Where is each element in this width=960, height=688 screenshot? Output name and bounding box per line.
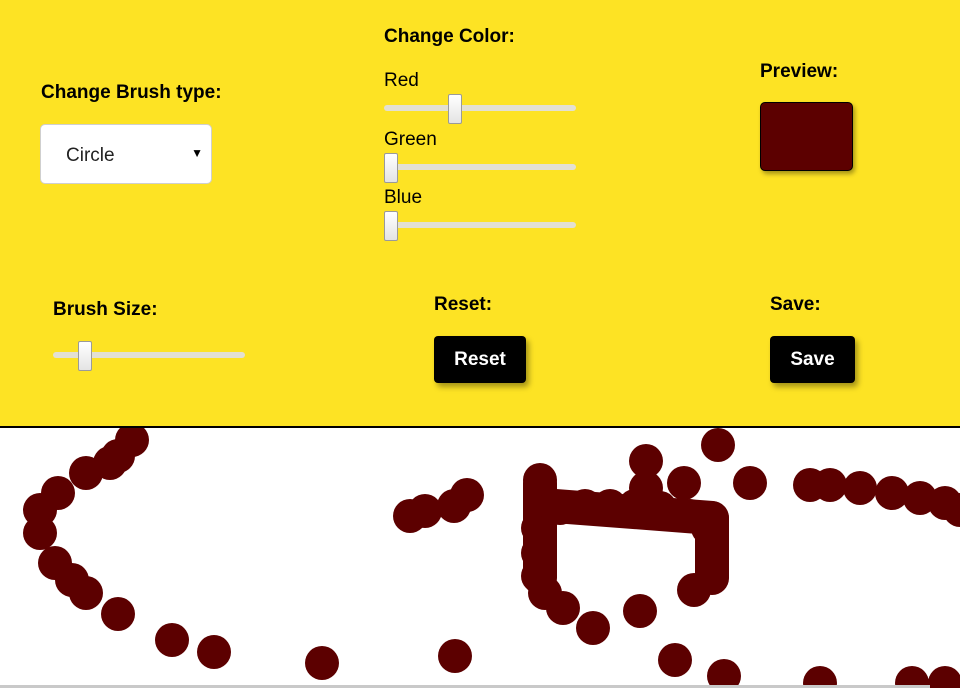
red-slider[interactable] xyxy=(384,94,576,124)
brush-strokes xyxy=(23,428,960,688)
green-slider[interactable] xyxy=(384,153,576,183)
brush-dot xyxy=(928,666,960,688)
brush-type-heading: Change Brush type: xyxy=(41,82,222,103)
brush-stroke-segment xyxy=(538,489,729,535)
drawing-canvas[interactable] xyxy=(0,428,960,688)
color-preview-swatch xyxy=(760,102,853,171)
brush-type-selected-value: Circle xyxy=(66,145,115,166)
reset-button[interactable]: Reset xyxy=(434,336,526,383)
toolbar-panel: Change Brush type: Circle ▼ Change Color… xyxy=(0,0,960,428)
brush-dot xyxy=(197,635,231,669)
brush-dot xyxy=(305,646,339,680)
brush-dot xyxy=(69,456,103,490)
brush-size-slider[interactable] xyxy=(53,341,245,371)
red-slider-track xyxy=(384,105,576,111)
brush-dot xyxy=(576,611,610,645)
brush-dot xyxy=(667,466,701,500)
save-button[interactable]: Save xyxy=(770,336,855,383)
brush-dot xyxy=(450,478,484,512)
blue-label: Blue xyxy=(384,187,423,208)
brush-dot xyxy=(408,494,442,528)
green-slider-thumb[interactable] xyxy=(384,153,398,183)
triangle-down-icon: ▼ xyxy=(191,146,203,160)
brush-dot xyxy=(623,594,657,628)
preview-heading: Preview: xyxy=(760,61,839,82)
blue-slider-track xyxy=(384,222,576,228)
brush-dot xyxy=(438,639,472,673)
brush-dot xyxy=(733,466,767,500)
brush-size-slider-thumb[interactable] xyxy=(77,341,92,371)
save-heading: Save: xyxy=(770,294,821,315)
blue-slider-thumb[interactable] xyxy=(384,211,398,241)
green-label: Green xyxy=(384,129,437,150)
brush-dot xyxy=(23,516,57,550)
change-color-heading: Change Color: xyxy=(384,26,515,47)
red-slider-thumb[interactable] xyxy=(448,94,463,124)
brush-dot xyxy=(843,471,877,505)
brush-size-heading: Brush Size: xyxy=(53,299,158,320)
blue-slider[interactable] xyxy=(384,211,576,241)
reset-heading: Reset: xyxy=(434,294,493,315)
brush-dot xyxy=(155,623,189,657)
brush-dot xyxy=(707,659,741,688)
brush-dot xyxy=(69,576,103,610)
brush-dot xyxy=(101,597,135,631)
red-label: Red xyxy=(384,70,419,91)
brush-type-select[interactable]: Circle ▼ xyxy=(40,124,212,184)
green-slider-track xyxy=(384,164,576,170)
brush-dot xyxy=(658,643,692,677)
brush-dot xyxy=(813,468,847,502)
brush-dot xyxy=(546,591,580,625)
brush-dot xyxy=(701,428,735,462)
